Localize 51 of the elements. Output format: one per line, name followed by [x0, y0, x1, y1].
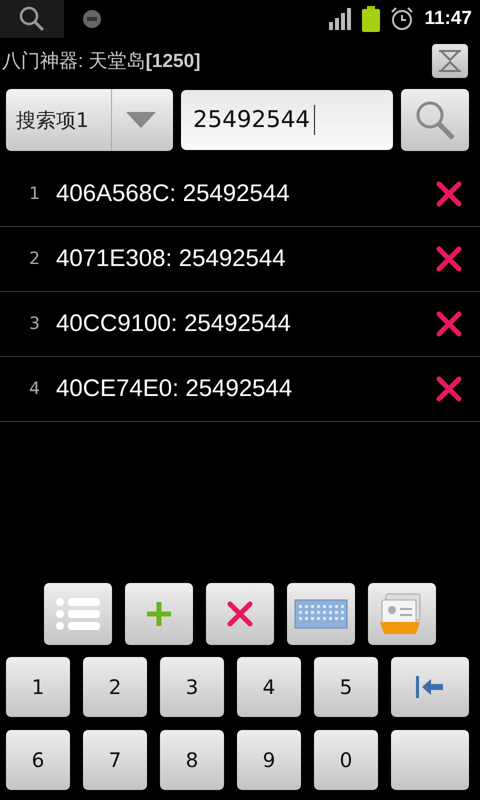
- number-key[interactable]: 8: [160, 730, 224, 790]
- folder-button[interactable]: [368, 583, 436, 645]
- row-index: 1: [28, 184, 41, 204]
- number-key[interactable]: 9: [237, 730, 301, 790]
- dropdown-arrow-icon: [124, 110, 158, 130]
- notification-icon: [82, 9, 102, 29]
- number-key[interactable]: 5: [314, 657, 378, 717]
- hourglass-icon: [437, 49, 463, 73]
- delete-icon[interactable]: [436, 181, 462, 207]
- row-index: 4: [28, 379, 41, 399]
- number-key[interactable]: 1: [6, 657, 70, 717]
- keyboard-button[interactable]: [287, 583, 355, 645]
- alarm-icon: [390, 7, 414, 31]
- close-icon: [227, 601, 253, 627]
- address-value: 40CC9100: 25492544: [56, 310, 292, 338]
- plus-icon: [145, 600, 173, 628]
- result-row[interactable]: 3 40CC9100: 25492544: [0, 292, 480, 357]
- add-button[interactable]: [125, 583, 193, 645]
- delete-icon[interactable]: [436, 311, 462, 337]
- backspace-key[interactable]: [391, 657, 469, 717]
- search-icon: [17, 4, 47, 34]
- number-key[interactable]: 2: [83, 657, 147, 717]
- number-key[interactable]: 7: [83, 730, 147, 790]
- delete-icon[interactable]: [436, 376, 462, 402]
- delete-button[interactable]: [206, 583, 274, 645]
- row-index: 3: [28, 314, 41, 334]
- delete-icon[interactable]: [436, 246, 462, 272]
- result-row[interactable]: 1 406A568C: 25492544: [0, 162, 480, 227]
- list-icon: [56, 597, 100, 631]
- result-row[interactable]: 4 40CE74E0: 25492544: [0, 357, 480, 422]
- app-title: 八门神器: 天堂岛[1250]: [2, 50, 200, 74]
- address-value: 40CE74E0: 25492544: [56, 375, 294, 403]
- collapse-button[interactable]: [432, 44, 468, 78]
- result-row[interactable]: 2 4071E308: 25492544: [0, 227, 480, 292]
- number-key[interactable]: 6: [6, 730, 70, 790]
- number-key[interactable]: 0: [314, 730, 378, 790]
- number-key[interactable]: 3: [160, 657, 224, 717]
- search-button[interactable]: [401, 89, 469, 151]
- status-time: 11:47: [424, 8, 472, 30]
- address-value: 406A568C: 25492544: [56, 180, 291, 208]
- battery-icon: [362, 6, 380, 32]
- search-shortcut-button[interactable]: [0, 0, 64, 38]
- number-key[interactable]: 4: [237, 657, 301, 717]
- search-field[interactable]: 25492544: [181, 90, 393, 150]
- row-index: 2: [28, 249, 41, 269]
- backspace-icon: [416, 676, 444, 698]
- signal-icon: [328, 8, 352, 30]
- search-item-dropdown[interactable]: 搜索项1: [6, 89, 173, 151]
- text-cursor: [314, 105, 315, 135]
- address-value: 4071E308: 25492544: [56, 245, 287, 273]
- keyboard-icon: [294, 599, 348, 629]
